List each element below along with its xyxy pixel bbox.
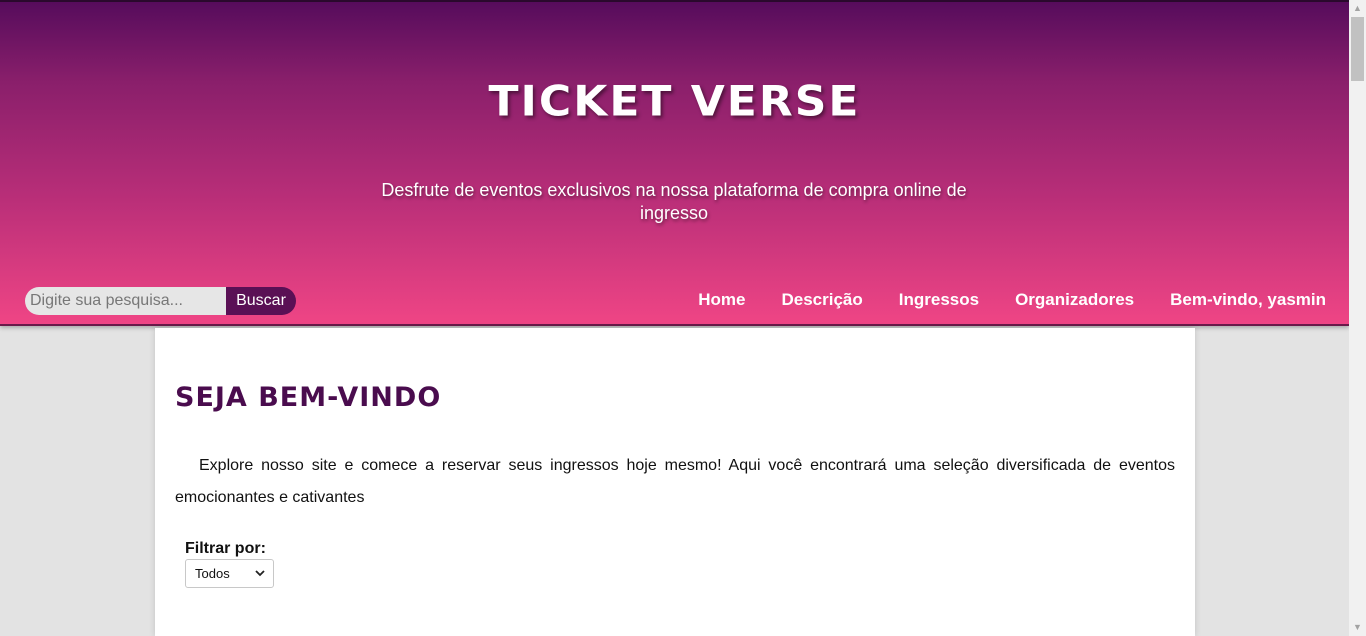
page: TICKET VERSE Desfrute de eventos exclusi…	[0, 0, 1349, 636]
site-tagline: Desfrute de eventos exclusivos na nossa …	[381, 180, 967, 223]
main-nav: Home Descrição Ingressos Organizadores B…	[662, 290, 1326, 310]
search-button[interactable]: Buscar	[226, 287, 296, 315]
scroll-up-icon[interactable]: ▲	[1349, 0, 1366, 17]
page-scrollbar[interactable]: ▲ ▼	[1349, 0, 1366, 636]
scroll-down-icon[interactable]: ▼	[1349, 619, 1366, 636]
site-header: TICKET VERSE Desfrute de eventos exclusi…	[0, 2, 1349, 326]
nav-home[interactable]: Home	[698, 290, 745, 310]
intro-text: Explore nosso site e comece a reservar s…	[175, 457, 1175, 506]
main-content: SEJA BEM-VINDO Explore nosso site e come…	[155, 328, 1195, 636]
scrollbar-thumb[interactable]	[1351, 17, 1364, 81]
nav-user-welcome[interactable]: Bem-vindo, yasmin	[1170, 290, 1326, 310]
nav-organizadores[interactable]: Organizadores	[1015, 290, 1134, 310]
search-input[interactable]	[25, 287, 226, 315]
nav-ingressos[interactable]: Ingressos	[899, 290, 979, 310]
site-title: TICKET VERSE	[488, 77, 861, 126]
search-form: Buscar	[25, 287, 296, 315]
filter-selected-value: Todos	[195, 566, 230, 581]
nav-descricao[interactable]: Descrição	[781, 290, 862, 310]
welcome-heading: SEJA BEM-VINDO	[175, 382, 442, 413]
chevron-down-icon	[255, 568, 265, 580]
filter-label: Filtrar por:	[185, 540, 266, 557]
filter-select[interactable]: Todos	[185, 559, 274, 588]
